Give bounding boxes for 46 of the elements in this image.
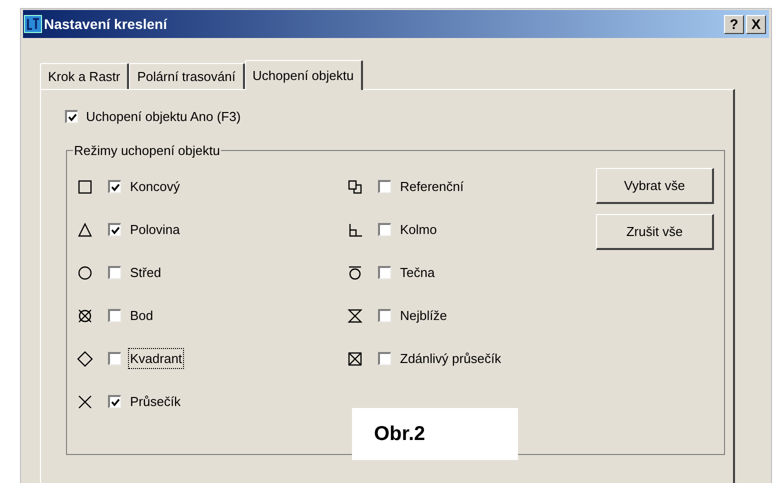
option-label[interactable]: Nejblíže [399,306,448,326]
app-icon [24,15,42,33]
checkbox[interactable] [108,309,121,322]
checkbox[interactable] [108,223,121,236]
checkbox[interactable] [65,110,78,124]
option-label[interactable]: Průsečík [129,392,182,412]
option-label[interactable]: Kvadrant [129,348,184,368]
checkbox[interactable] [108,395,121,408]
circle-icon [76,264,92,280]
option-label[interactable]: Uchopení objektu Ano (F3) [86,107,241,126]
stepped-squares-icon [346,178,362,194]
close-button[interactable]: X [746,14,766,34]
crossed-square-icon [346,350,362,366]
checkbox[interactable] [378,266,391,279]
option-label[interactable]: Zdánlivý průsečík [399,348,502,368]
checkbox[interactable] [108,266,121,279]
cross-icon [76,394,92,410]
checkbox[interactable] [378,223,391,236]
option-label[interactable]: Tečna [399,262,436,282]
checkbox[interactable] [378,180,391,193]
tab[interactable]: Polární trasování [129,63,245,89]
option-label[interactable]: Koncový [129,176,181,196]
clear-all-button[interactable]: Zrušit vše [596,214,714,250]
option-label[interactable]: Referenční [399,176,465,196]
crossed-circle-icon [76,308,92,324]
help-button[interactable]: ? [724,14,744,34]
checkbox[interactable] [108,352,121,365]
checkbox[interactable] [108,180,121,193]
perpendicular-icon [346,222,362,238]
figure-caption: Obr.2 [352,408,518,460]
option-label[interactable]: Polovina [129,220,181,240]
option-label[interactable]: Střed [129,262,162,282]
square-icon [76,178,92,194]
checkbox[interactable] [378,352,391,365]
group-title: Režimy uchopení objektu [73,142,221,160]
select-all-button[interactable]: Vybrat vše [596,168,714,204]
tab[interactable]: Uchopení objektu [244,60,363,90]
tangent-circle-icon [346,264,362,280]
tab[interactable]: Krok a Rastr [40,63,130,89]
diamond-icon [76,350,92,366]
option-label[interactable]: Bod [129,306,154,326]
window-title: Nastavení kreslení [44,14,167,34]
hourglass-icon [346,308,362,324]
checkbox[interactable] [378,309,391,322]
option-label[interactable]: Kolmo [399,220,438,240]
triangle-icon [76,222,92,238]
